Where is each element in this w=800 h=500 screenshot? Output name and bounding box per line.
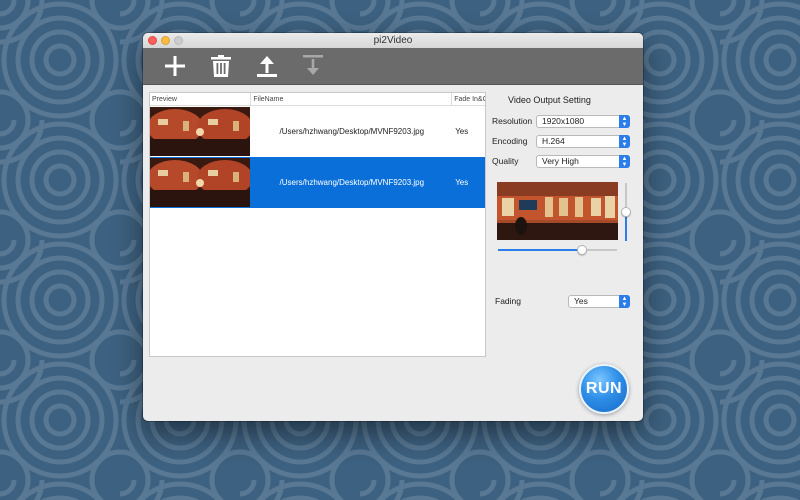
preview-thumbnail [150,106,251,157]
export-button[interactable] [255,53,279,79]
chevron-updown-icon: ▲ ▼ [619,135,630,148]
filename-cell: /Users/hzhwang/Desktop/MVNF9203.jpg [279,127,425,136]
chevron-updown-icon: ▲ ▼ [619,115,630,128]
import-icon [303,55,323,75]
fading-value: Yes [574,296,588,306]
quality-select[interactable]: Very High ▲ ▼ [536,155,630,168]
table-header: Preview FileName Fade In&O [150,93,485,106]
delete-button[interactable] [209,53,233,79]
fading-select[interactable]: Yes ▲ ▼ [568,295,630,308]
fade-cell: Yes [455,127,469,136]
file-table[interactable]: Preview FileName Fade In&O /Users/hzhwan… [149,92,486,357]
settings-title: Video Output Setting [508,95,591,105]
encoding-label: Encoding [492,136,528,146]
window-controls [148,36,183,45]
video-output-settings: Video Output Setting Resolution 1920x108… [487,85,643,365]
output-preview-image [497,182,618,240]
add-icon [165,56,185,76]
encoding-value: H.264 [542,136,565,146]
filename-cell: /Users/hzhwang/Desktop/MVNF9203.jpg [279,178,425,187]
column-header-preview[interactable]: Preview [150,93,252,105]
column-header-fade[interactable]: Fade In&O [452,93,485,105]
trash-icon [211,55,231,77]
table-row[interactable]: /Users/hzhwang/Desktop/MVNF9203.jpg Yes [150,106,485,157]
export-icon [257,56,277,77]
resolution-value: 1920x1080 [542,116,585,126]
minimize-button[interactable] [161,36,170,45]
run-button[interactable]: RUN [579,364,629,414]
app-window: pi2Video Preview FileName Fade In&O /Use… [143,33,643,421]
horizontal-slider-fill [498,249,582,251]
fade-cell: Yes [455,178,469,187]
fading-label: Fading [495,296,521,306]
main-content: Preview FileName Fade In&O /Users/hzhwan… [143,85,643,421]
add-button[interactable] [163,53,187,79]
quality-value: Very High [542,156,579,166]
column-header-filename[interactable]: FileName [251,93,453,105]
preview-thumbnail [150,157,251,208]
zoom-button[interactable] [174,36,183,45]
title-bar[interactable]: pi2Video [143,33,643,48]
toolbar [143,48,643,85]
horizontal-slider-knob[interactable] [577,245,587,255]
close-button[interactable] [148,36,157,45]
table-row-selected[interactable]: /Users/hzhwang/Desktop/MVNF9203.jpg Yes [150,157,485,208]
resolution-select[interactable]: 1920x1080 ▲ ▼ [536,115,630,128]
chevron-updown-icon: ▲ ▼ [619,295,630,308]
encoding-select[interactable]: H.264 ▲ ▼ [536,135,630,148]
chevron-updown-icon: ▲ ▼ [619,155,630,168]
resolution-label: Resolution [492,116,533,126]
import-button[interactable] [301,53,325,79]
vertical-slider-knob[interactable] [621,207,631,217]
window-title: pi2Video [373,35,413,46]
quality-label: Quality [492,156,519,166]
